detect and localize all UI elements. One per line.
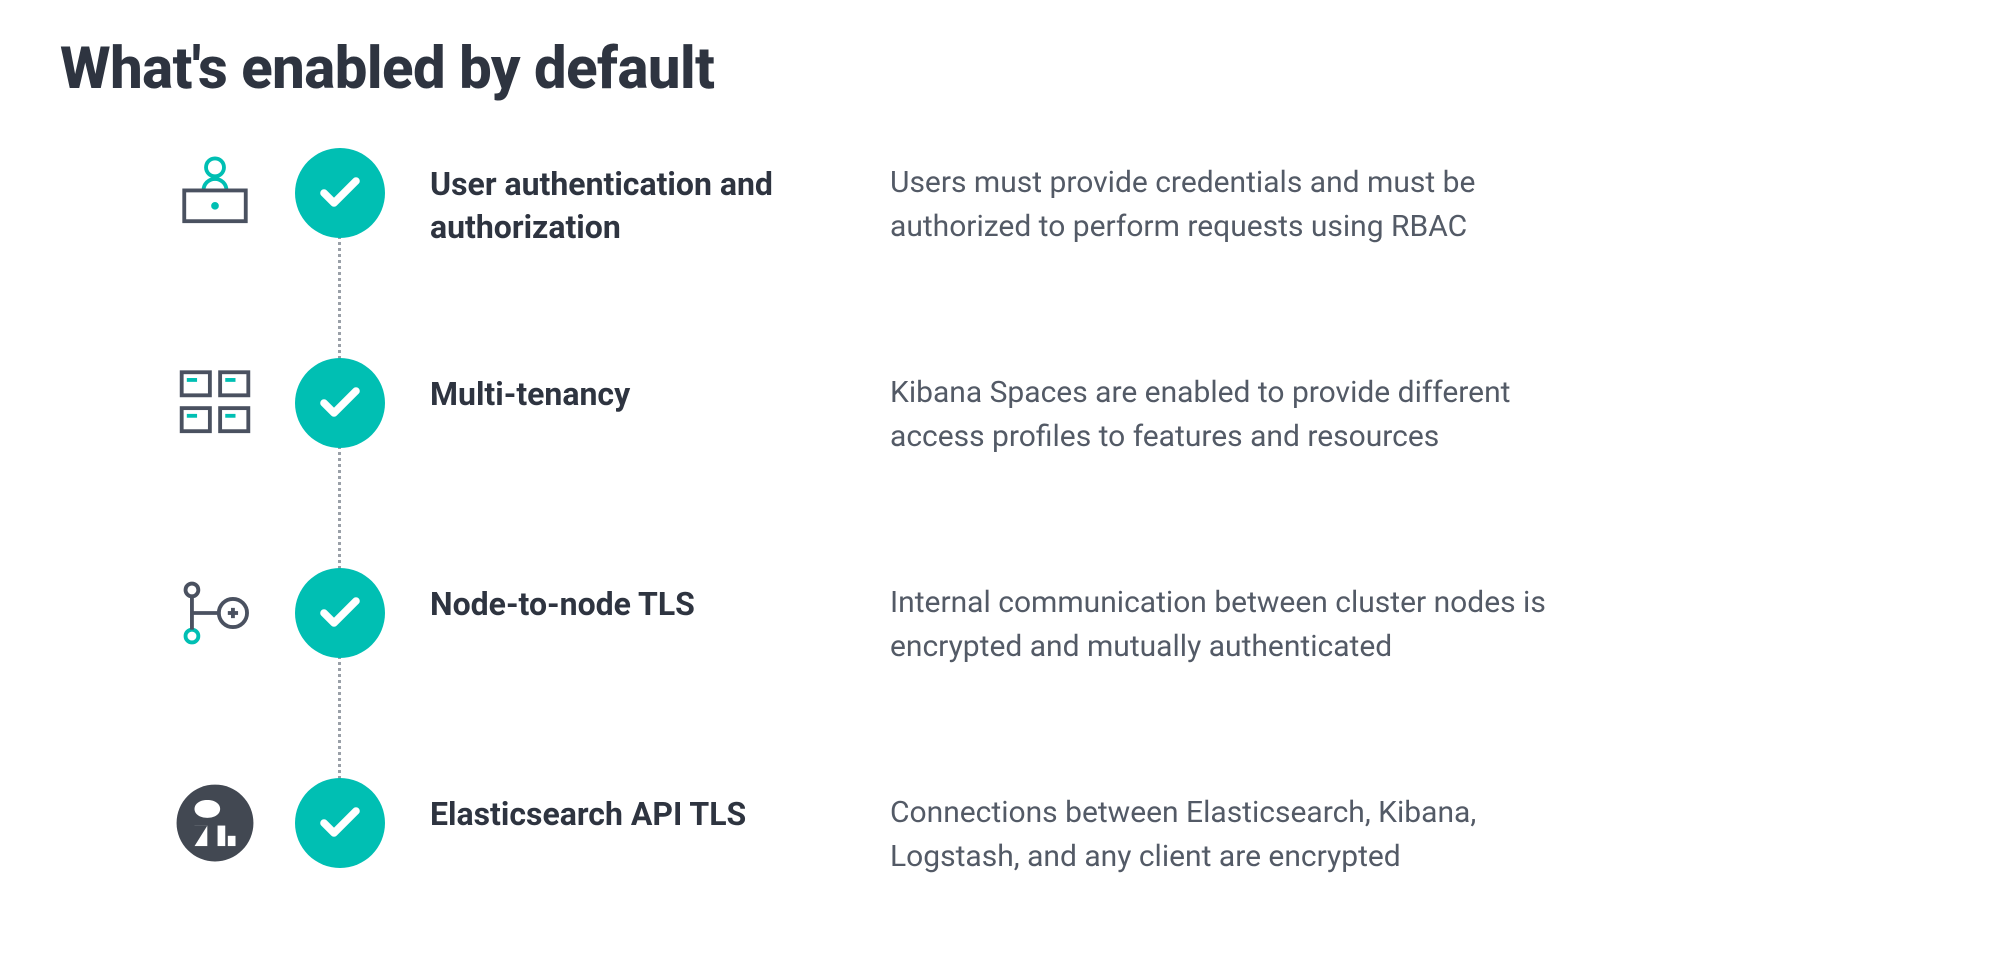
feature-list: User authentication and authorization Us… xyxy=(60,153,1939,903)
timeline-connector xyxy=(338,223,341,803)
user-auth-icon xyxy=(170,148,260,238)
check-icon xyxy=(295,148,385,238)
feature-label: Node-to-node TLS xyxy=(430,573,830,626)
page-title: What's enabled by default xyxy=(60,35,1939,103)
feature-row: User authentication and authorization Us… xyxy=(170,153,1939,273)
feature-description: Internal communication between cluster n… xyxy=(890,573,1610,668)
multi-tenancy-icon xyxy=(170,358,260,448)
feature-description: Users must provide credentials and must … xyxy=(890,153,1610,248)
feature-label: Elasticsearch API TLS xyxy=(430,783,830,836)
feature-row: Elasticsearch API TLS Connections betwee… xyxy=(170,783,1939,903)
check-icon xyxy=(295,778,385,868)
feature-row: Node-to-node TLS Internal communication … xyxy=(170,573,1939,693)
node-tls-icon xyxy=(170,568,260,658)
feature-description: Kibana Spaces are enabled to provide dif… xyxy=(890,363,1610,458)
feature-label: Multi-tenancy xyxy=(430,363,830,416)
feature-row: Multi-tenancy Kibana Spaces are enabled … xyxy=(170,363,1939,483)
feature-description: Connections between Elasticsearch, Kiban… xyxy=(890,783,1610,878)
slide: What's enabled by default User authentic… xyxy=(0,0,1999,967)
feature-label: User authentication and authorization xyxy=(430,153,830,249)
elasticsearch-tls-icon xyxy=(170,778,260,868)
check-icon xyxy=(295,358,385,448)
check-icon xyxy=(295,568,385,658)
